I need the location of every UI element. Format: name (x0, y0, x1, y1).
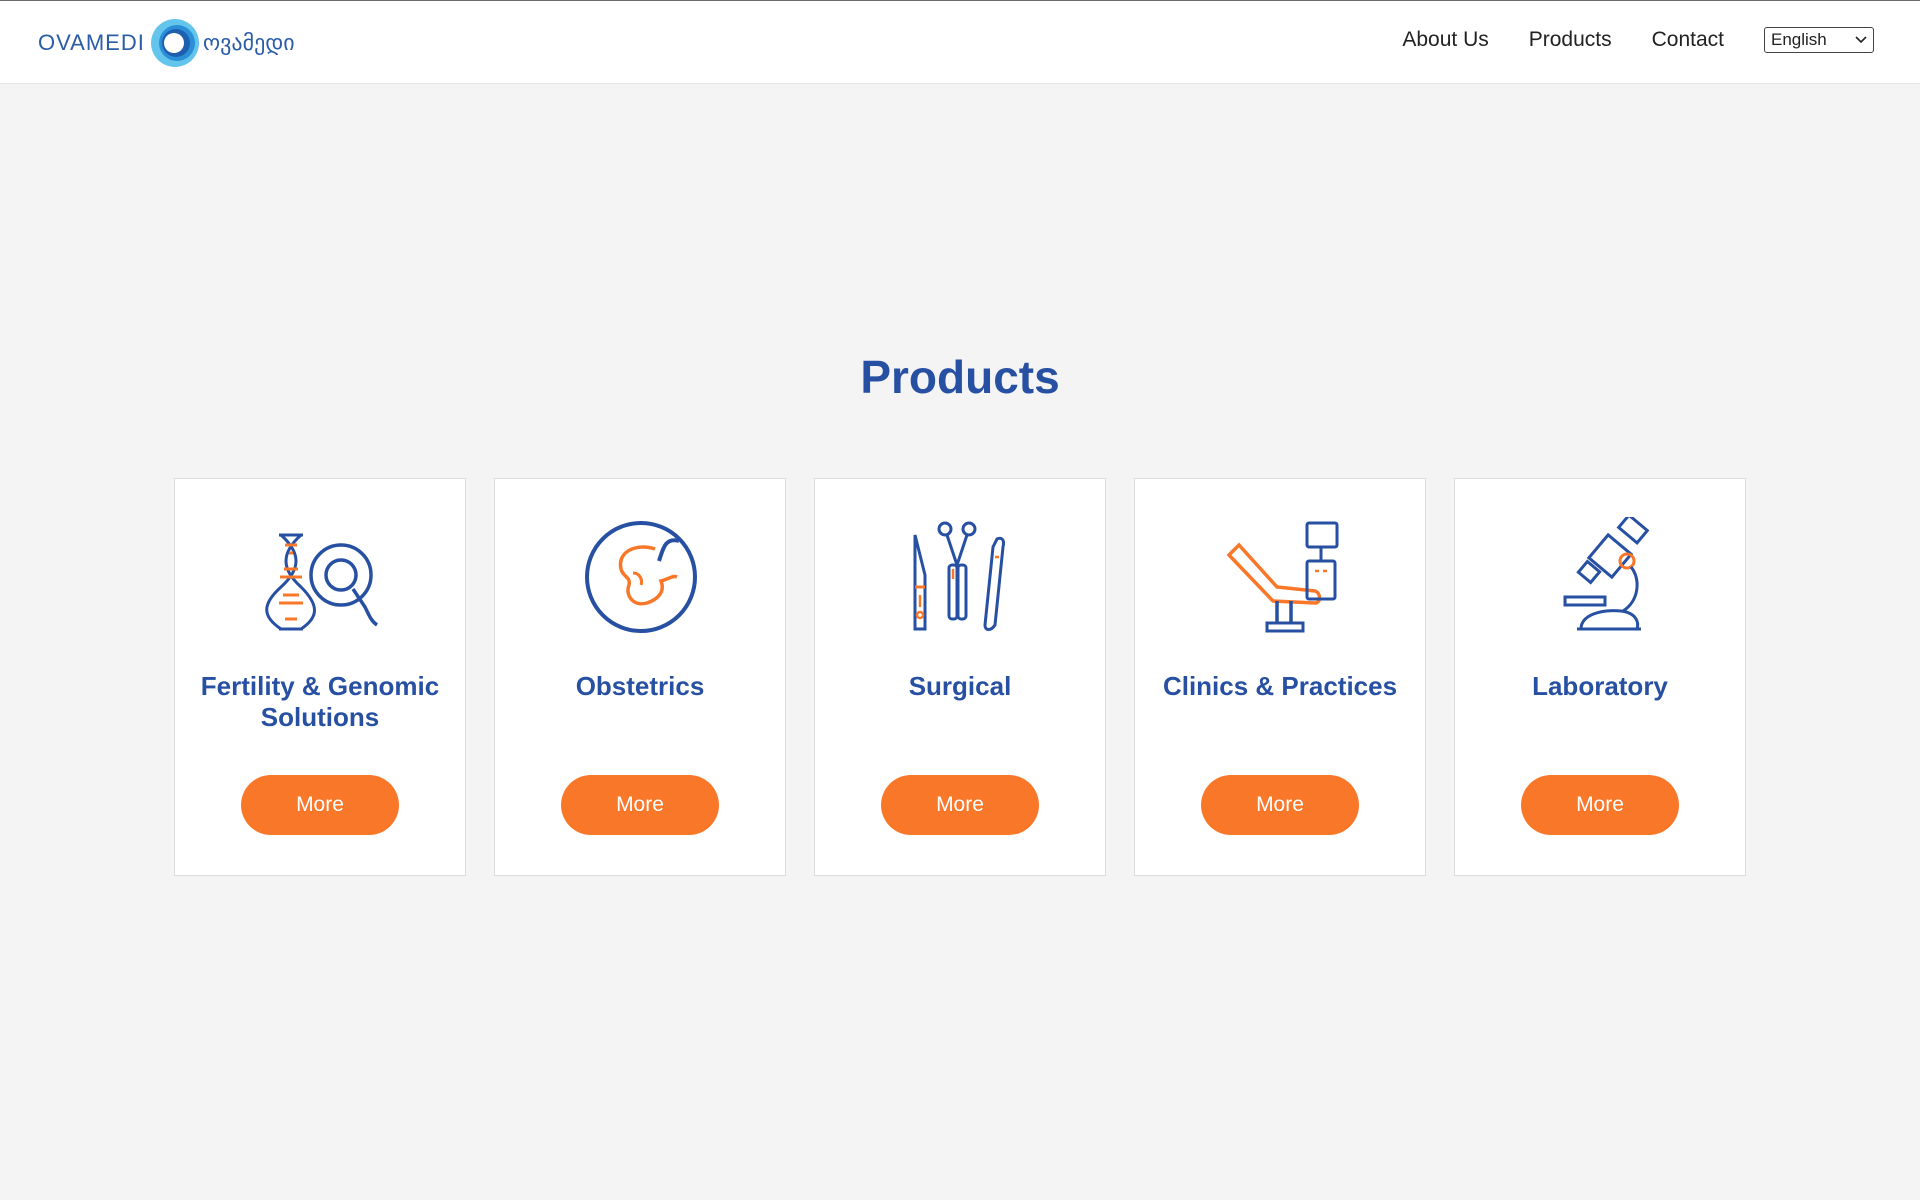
more-button-obstetrics[interactable]: More (561, 775, 719, 835)
more-button-laboratory[interactable]: More (1521, 775, 1679, 835)
main-nav: About Us Products Contact English (1402, 27, 1874, 53)
site-header: OVAMEDI ოვამედი About Us Products Contac… (0, 0, 1920, 84)
product-card-laboratory: Laboratory More (1454, 478, 1746, 876)
product-card-obstetrics: Obstetrics More (494, 478, 786, 876)
surgical-instruments-icon (913, 521, 1005, 631)
page-title: Products (860, 351, 1060, 403)
language-select-value: English (1771, 30, 1827, 49)
microscope-icon (1563, 517, 1650, 631)
chevron-down-icon (1855, 36, 1867, 44)
nav-products[interactable]: Products (1529, 28, 1612, 52)
embryo-icon (585, 521, 697, 633)
card-title: Laboratory (1532, 671, 1668, 701)
nav-about-us[interactable]: About Us (1402, 28, 1488, 52)
logo-georgian-text: ოვამედი (202, 30, 295, 56)
more-button-clinics[interactable]: More (1201, 775, 1359, 835)
product-card-fertility: Fertility & Genomic Solutions More (174, 478, 466, 876)
product-card-clinics: Clinics & Practices More (1134, 478, 1426, 876)
card-title: Clinics & Practices (1162, 671, 1398, 701)
logo-text: OVAMEDI (38, 30, 145, 55)
more-button-fertility[interactable]: More (241, 775, 399, 835)
card-title: Surgical (908, 671, 1012, 701)
nav-contact[interactable]: Contact (1652, 28, 1724, 52)
product-card-surgical: Surgical More (814, 478, 1106, 876)
dna-magnifier-icon (265, 533, 379, 631)
language-select[interactable]: English (1764, 27, 1874, 53)
ovamedi-logo[interactable]: OVAMEDI ოვამედი (38, 17, 295, 69)
examination-chair-icon (1226, 521, 1339, 633)
card-title: Obstetrics (575, 671, 705, 701)
card-title: Fertility & Genomic Solutions (200, 671, 440, 732)
logo-ring-icon (150, 19, 199, 67)
more-button-surgical[interactable]: More (881, 775, 1039, 835)
product-cards: Fertility & Genomic Solutions More Obste… (174, 478, 1746, 876)
